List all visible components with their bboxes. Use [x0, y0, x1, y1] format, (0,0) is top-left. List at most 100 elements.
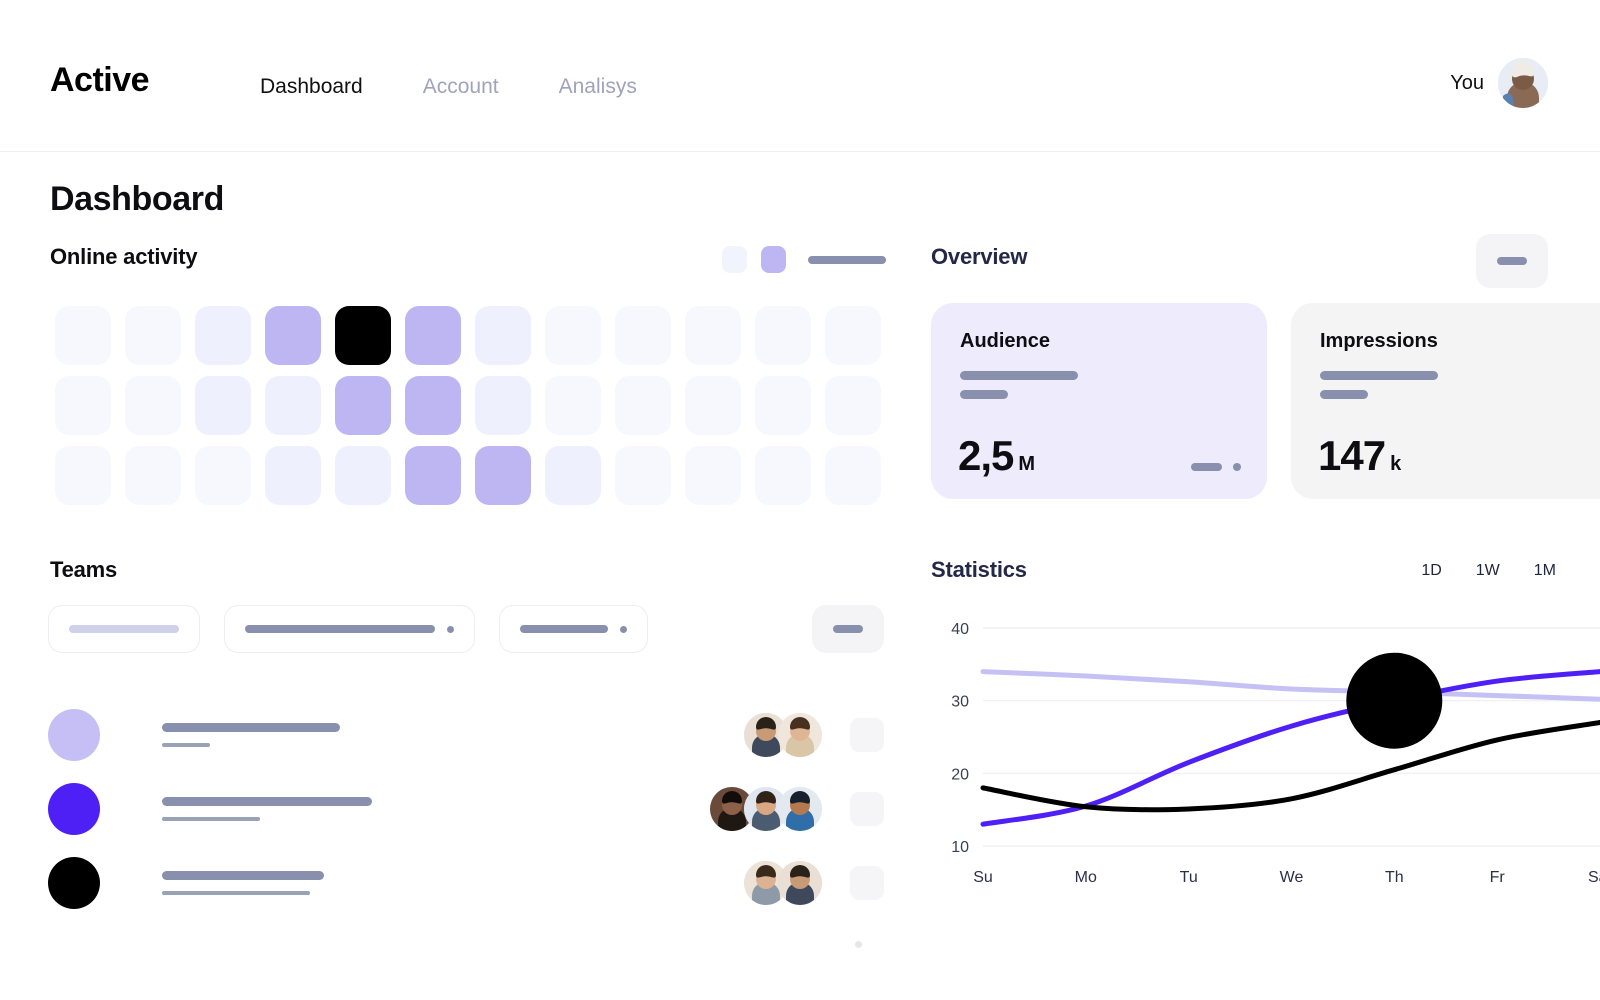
heatmap-cell-fill: [615, 306, 671, 365]
user-menu[interactable]: You: [1450, 58, 1548, 108]
heatmap-cell[interactable]: [818, 440, 888, 510]
heatmap-cell-fill: [615, 446, 671, 505]
heatmap-cell[interactable]: [608, 440, 678, 510]
team-row[interactable]: [48, 846, 884, 920]
teams-options-button[interactable]: [812, 605, 884, 653]
chart-highlight-marker[interactable]: [1346, 653, 1442, 749]
team-subtitle-placeholder: [162, 743, 210, 747]
heatmap-cell[interactable]: [258, 300, 328, 370]
heatmap-cell-fill: [125, 376, 181, 435]
nav-item-dashboard[interactable]: Dashboard: [260, 76, 363, 97]
heatmap-cell[interactable]: [188, 370, 258, 440]
teams-filter-chip[interactable]: [48, 605, 200, 653]
heatmap-cell-fill: [55, 446, 111, 505]
chart-x-tick-label: Mo: [1075, 869, 1097, 886]
chip-remove-dot[interactable]: [447, 626, 454, 633]
team-row-action-button[interactable]: [850, 792, 884, 826]
app-header: Active Dashboard Account Analisys You: [0, 0, 1600, 152]
overview-options-button[interactable]: [1476, 234, 1548, 288]
overview-options-bar: [1497, 257, 1527, 265]
nav-item-analisys[interactable]: Analisys: [559, 76, 637, 97]
avatar[interactable]: [778, 861, 822, 905]
overview-card-trend: [1191, 463, 1241, 471]
heatmap-cell[interactable]: [328, 370, 398, 440]
heatmap-cell[interactable]: [538, 370, 608, 440]
chip-label-placeholder: [69, 625, 179, 633]
team-row-action-button[interactable]: [850, 866, 884, 900]
heatmap-cell[interactable]: [398, 370, 468, 440]
nav-item-account[interactable]: Account: [423, 76, 499, 97]
avatar[interactable]: [1498, 58, 1548, 108]
heatmap-cell[interactable]: [398, 300, 468, 370]
heatmap-cell[interactable]: [48, 440, 118, 510]
heatmap-cell[interactable]: [48, 300, 118, 370]
team-row[interactable]: [48, 698, 884, 772]
heatmap-cell[interactable]: [538, 440, 608, 510]
team-row-action-button[interactable]: [850, 718, 884, 752]
heatmap-cell[interactable]: [118, 300, 188, 370]
heatmap-cell[interactable]: [188, 440, 258, 510]
heatmap-cell[interactable]: [538, 300, 608, 370]
heatmap-cell-fill: [55, 306, 111, 365]
heatmap-cell-fill: [125, 306, 181, 365]
teams-filter-chip[interactable]: [224, 605, 475, 653]
heatmap-cell[interactable]: [258, 440, 328, 510]
heatmap-cell-fill: [405, 446, 461, 505]
heatmap-cell[interactable]: [118, 370, 188, 440]
overview-card-label: Audience: [960, 331, 1050, 351]
chart-x-tick-label: We: [1280, 869, 1304, 886]
avatar[interactable]: [778, 713, 822, 757]
team-row-right: [710, 787, 884, 831]
team-color-dot: [48, 783, 100, 835]
heatmap-cell[interactable]: [118, 440, 188, 510]
heatmap-cell[interactable]: [328, 440, 398, 510]
heatmap-cell-fill: [475, 306, 531, 365]
heatmap-cell[interactable]: [608, 300, 678, 370]
pagination-dot: [855, 941, 862, 948]
heatmap-cell[interactable]: [468, 300, 538, 370]
heatmap-cell[interactable]: [748, 370, 818, 440]
heatmap-cell[interactable]: [818, 300, 888, 370]
heatmap-cell[interactable]: [398, 440, 468, 510]
heatmap-cell[interactable]: [678, 440, 748, 510]
heatmap-cell-fill: [685, 306, 741, 365]
heatmap-cell[interactable]: [188, 300, 258, 370]
range-tab-1w[interactable]: 1W: [1476, 563, 1500, 579]
legend-swatch-purple: [761, 246, 786, 273]
heatmap-cell[interactable]: [748, 300, 818, 370]
heatmap-cell-fill: [195, 376, 251, 435]
heatmap-cell[interactable]: [328, 300, 398, 370]
team-row[interactable]: [48, 772, 884, 846]
team-avatar-group: [744, 713, 822, 757]
teams-list: [48, 698, 884, 920]
statistics-line-chart: 10203040SuMoTuWeThFrSat: [931, 612, 1600, 892]
heatmap-cell-fill: [265, 446, 321, 505]
app-logo[interactable]: Active: [50, 63, 149, 97]
heatmap-cell-fill: [615, 376, 671, 435]
teams-filter-chip[interactable]: [499, 605, 648, 653]
heatmap-cell[interactable]: [818, 370, 888, 440]
heatmap-cell[interactable]: [608, 370, 678, 440]
heatmap-cell[interactable]: [468, 440, 538, 510]
avatar[interactable]: [778, 787, 822, 831]
range-tab-1m[interactable]: 1M: [1534, 563, 1556, 579]
heatmap-cell-fill: [335, 446, 391, 505]
heatmap-cell[interactable]: [48, 370, 118, 440]
range-tab-1d[interactable]: 1D: [1421, 563, 1441, 579]
heatmap-cell[interactable]: [748, 440, 818, 510]
heatmap-cell[interactable]: [678, 370, 748, 440]
chart-x-tick-label: Fr: [1490, 869, 1506, 886]
heatmap-cell-fill: [335, 376, 391, 435]
heatmap-cell[interactable]: [258, 370, 328, 440]
heatmap-cell[interactable]: [468, 370, 538, 440]
overview-card-audience[interactable]: Audience 2,5 M: [931, 303, 1267, 499]
statistics-range-tabs: 1D 1W 1M: [1421, 563, 1556, 579]
heatmap-cell-fill: [755, 446, 811, 505]
chart-x-tick-label: Su: [973, 869, 993, 886]
chip-remove-dot[interactable]: [620, 626, 627, 633]
logo-text: Active: [50, 61, 149, 99]
overview-card-impressions[interactable]: Impressions 147 k: [1291, 303, 1600, 499]
section-title-statistics: Statistics: [931, 559, 1027, 581]
overview-card-unit: k: [1390, 454, 1400, 474]
heatmap-cell[interactable]: [678, 300, 748, 370]
